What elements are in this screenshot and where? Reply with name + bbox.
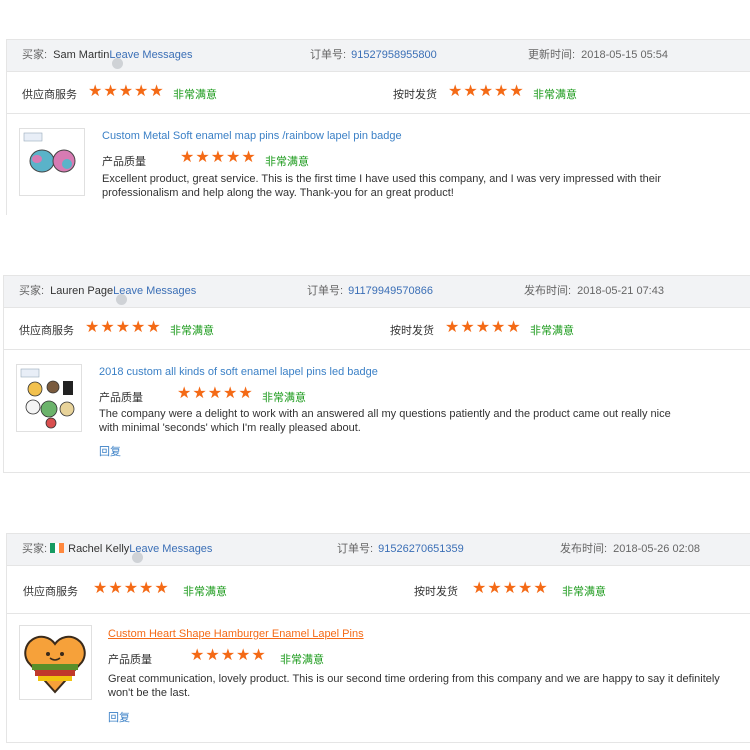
buyer-label: 买家: [22,543,48,555]
review-header: 买家: Sam Martin Leave Messages 订单号: 915279… [7,40,750,72]
product-thumbnail[interactable] [19,128,85,196]
ratings-row: 供应商服务 ★★★★★ 非常满意 按时发货 ★★★★★ 非常满意 [4,308,750,350]
supplier-rating-text: 非常满意 [183,586,227,598]
review-date: 2018-05-26 02:08 [613,543,700,555]
order-number-link[interactable]: 91526270651359 [378,543,464,555]
quality-label: 产品质量 [102,156,146,168]
supplier-rating-text: 非常满意 [170,325,214,337]
product-title-link[interactable]: Custom Heart Shape Hamburger Enamel Lape… [108,628,364,640]
buyer-label: 买家: [19,285,45,297]
review-date: 2018-05-15 05:54 [581,49,668,61]
supplier-rating-stars: ★★★★★ [93,580,170,597]
avatar-icon [116,294,128,305]
date-label: 更新时间: [528,49,576,61]
review-text: Great communication, lovely product. Thi… [108,673,720,699]
supplier-rating-stars: ★★★★★ [88,83,165,100]
supplier-service-label: 供应商服务 [22,89,77,101]
quality-label: 产品质量 [99,392,143,404]
quality-label: 产品质量 [108,654,152,666]
product-thumbnail[interactable] [16,364,82,432]
order-label: 订单号: [337,543,374,555]
heart-hamburger-pin-image [24,635,86,694]
quality-rating-stars: ★★★★★ [190,647,267,664]
buyer-name: Lauren Page [50,285,114,297]
order-label: 订单号: [310,49,347,61]
on-time-rating-text: 非常满意 [530,325,574,337]
reply-link[interactable]: 回复 [108,709,130,725]
quality-rating-text: 非常满意 [280,654,324,666]
quality-rating-text: 非常满意 [265,156,309,168]
on-time-label: 按时发货 [414,586,458,598]
on-time-rating-stars: ★★★★★ [445,319,522,336]
on-time-label: 按时发货 [393,89,437,101]
date-label: 发布时间: [524,285,572,297]
review-card: 买家: Rachel Kelly Leave Messages 订单号: 9152… [6,533,750,743]
ireland-flag-icon [50,543,65,553]
review-date: 2018-05-21 07:43 [577,285,664,297]
supplier-service-label: 供应商服务 [23,586,78,598]
supplier-service-label: 供应商服务 [19,325,74,337]
reply-link[interactable]: 回复 [99,443,121,459]
order-label: 订单号: [307,285,344,297]
product-title-link[interactable]: 2018 custom all kinds of soft enamel lap… [99,366,378,378]
on-time-label: 按时发货 [390,325,434,337]
date-label: 发布时间: [560,543,608,555]
on-time-rating-text: 非常满意 [533,89,577,101]
buyer-name: Sam Martin [53,49,110,61]
product-thumbnail[interactable] [19,625,92,700]
supplier-rating-stars: ★★★★★ [85,319,162,336]
on-time-rating-stars: ★★★★★ [472,580,549,597]
on-time-rating-stars: ★★★★★ [448,83,525,100]
review-card: 买家: Lauren Page Leave Messages 订单号: 91179… [3,275,750,473]
order-number-link[interactable]: 91527958955800 [351,49,437,61]
on-time-rating-text: 非常满意 [562,586,606,598]
order-number-link[interactable]: 91179949570866 [348,285,433,297]
review-header: 买家: Lauren Page Leave Messages 订单号: 91179… [4,276,750,308]
review-text: The company were a delight to work with … [99,408,671,434]
review-text: Excellent product, great service. This i… [102,173,661,199]
ratings-row: 供应商服务 ★★★★★ 非常满意 按时发货 ★★★★★ 非常满意 [7,566,750,614]
quality-rating-stars: ★★★★★ [180,149,257,166]
quality-rating-stars: ★★★★★ [177,385,254,402]
buyer-name: Rachel Kelly [68,543,130,555]
buyer-label: 买家: [22,49,48,61]
map-pins-image [23,132,76,173]
quality-rating-text: 非常满意 [262,392,306,404]
ratings-row: 供应商服务 ★★★★★ 非常满意 按时发货 ★★★★★ 非常满意 [7,72,750,114]
avatar-icon [132,552,144,563]
review-card: 买家: Sam Martin Leave Messages 订单号: 915279… [6,39,750,215]
review-header: 买家: Rachel Kelly Leave Messages 订单号: 9152… [7,534,750,566]
lapel-pins-image [20,368,75,429]
avatar-icon [112,58,124,69]
supplier-rating-text: 非常满意 [173,89,217,101]
product-title-link[interactable]: Custom Metal Soft enamel map pins /rainb… [102,130,402,142]
